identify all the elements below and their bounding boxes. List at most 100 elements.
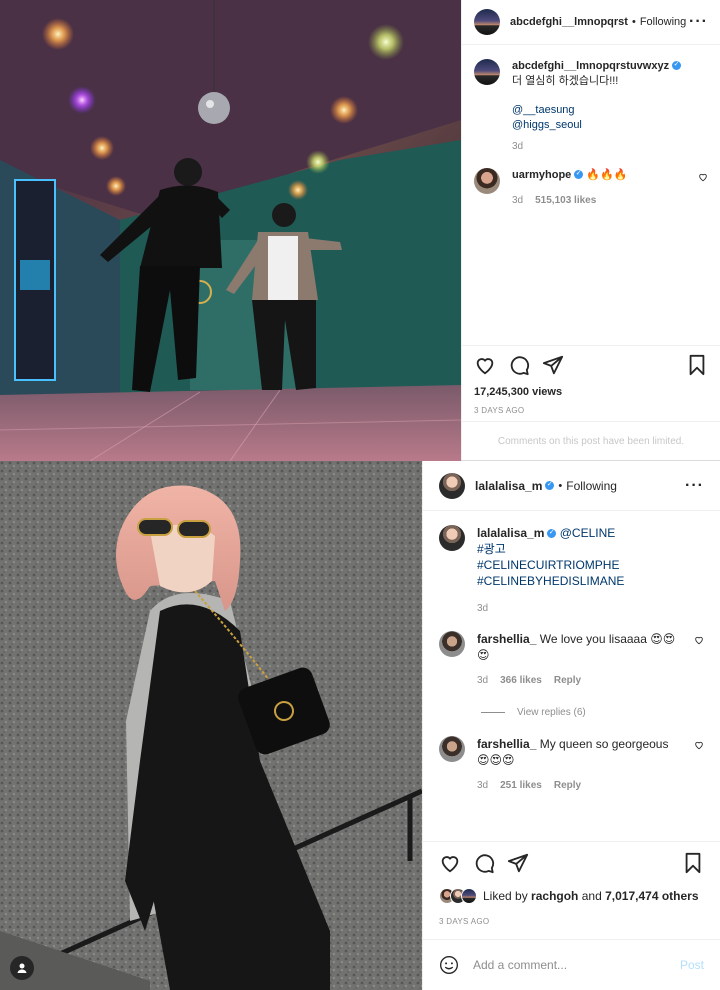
post-1-actions: [462, 345, 720, 383]
reply-button[interactable]: Reply: [554, 675, 581, 686]
post-2-actions: [423, 841, 720, 883]
more-icon[interactable]: ···: [685, 477, 704, 493]
post-2: lalalalisa_m • Following ··· lalalalisa_…: [0, 461, 720, 990]
post-button[interactable]: Post: [680, 958, 704, 972]
dot-separator: •: [558, 479, 563, 492]
comment-meta: 3d 515,103 likes: [512, 193, 688, 208]
post-1: abcdefghi__lmnopqrst • Following ··· abc…: [0, 0, 720, 461]
comment-body: 🔥🔥🔥: [586, 169, 628, 181]
smile-icon[interactable]: [439, 955, 459, 975]
person-tag-icon[interactable]: [10, 956, 34, 980]
avatar: [461, 888, 477, 904]
comment-meta: 3d 366 likes Reply: [477, 673, 684, 689]
add-comment-bar: Post: [423, 939, 720, 990]
more-icon[interactable]: ···: [689, 14, 708, 30]
avatar[interactable]: [474, 168, 500, 194]
caption-time: 3d: [512, 141, 524, 152]
following-button[interactable]: Following: [640, 16, 686, 28]
comment-icon[interactable]: [473, 852, 495, 874]
caption-username[interactable]: abcdefghi__lmnopqrstuvwxyz: [512, 60, 669, 72]
comment-likes[interactable]: 515,103 likes: [535, 195, 596, 206]
post-2-sidebar: lalalalisa_m • Following ··· lalalalisa_…: [422, 461, 720, 990]
post-1-username[interactable]: abcdefghi__lmnopqrst: [510, 16, 628, 28]
liked-by-others[interactable]: 7,017,474 others: [605, 889, 698, 903]
post-1-video[interactable]: [0, 0, 461, 461]
verified-icon: [545, 480, 555, 490]
mention-link[interactable]: @CELINE: [560, 526, 616, 540]
liked-by-prefix: Liked by: [483, 889, 528, 903]
share-icon[interactable]: [542, 354, 564, 376]
comment-username[interactable]: uarmyhope: [512, 169, 571, 181]
comments-limited-notice: Comments on this post have been limited.: [462, 421, 720, 461]
comment-likes[interactable]: 251 likes: [500, 780, 542, 791]
mention-link[interactable]: @higgs_seoul: [512, 118, 688, 133]
avatar[interactable]: [474, 9, 500, 35]
avatar[interactable]: [439, 525, 465, 551]
avatar[interactable]: [439, 472, 465, 499]
verified-icon: [672, 60, 682, 70]
avatar[interactable]: [439, 736, 465, 762]
post-2-username[interactable]: lalalalisa_m: [475, 479, 542, 493]
caption-text: lalalalisa_m @CELINE #광고 #CELINECUIRTRIO…: [477, 525, 704, 617]
post-2-photo[interactable]: [0, 461, 422, 990]
caption: abcdefghi__lmnopqrstuvwxyz 더 열심히 하겠습니다!!…: [474, 59, 708, 154]
comment: farshellia_ We love you lisaaaa 😍😍😍 3d 36…: [439, 631, 704, 689]
avatar[interactable]: [474, 59, 500, 85]
hashtag-link[interactable]: #CELINEBYHEDISLIMANE: [477, 573, 684, 589]
caption-meta: 3d: [477, 601, 684, 617]
hashtag-link[interactable]: #광고: [477, 541, 684, 557]
comment-likes[interactable]: 366 likes: [500, 675, 542, 686]
post-1-comments: abcdefghi__lmnopqrstuvwxyz 더 열심히 하겠습니다!!…: [462, 45, 720, 208]
bookmark-icon[interactable]: [682, 852, 704, 874]
dot-separator: •: [631, 16, 636, 28]
comment-text: farshellia_ My queen so georgeous 😍😍😍 3d…: [477, 736, 704, 794]
heart-icon[interactable]: [439, 852, 461, 874]
caption-meta: 3d: [512, 139, 688, 154]
comment-input[interactable]: [473, 958, 680, 972]
comment-heart-icon[interactable]: [694, 740, 704, 750]
heart-icon[interactable]: [474, 354, 496, 376]
comment-icon[interactable]: [508, 354, 530, 376]
post-time: 3 DAYS AGO: [439, 917, 490, 926]
caption-time: 3d: [477, 603, 489, 614]
comment-heart-icon[interactable]: [694, 635, 704, 645]
verified-icon: [574, 169, 584, 179]
caption-text: abcdefghi__lmnopqrstuvwxyz 더 열심히 하겠습니다!!…: [512, 59, 708, 154]
hashtag-link[interactable]: #CELINECUIRTRIOMPHE: [477, 557, 684, 573]
liker-avatars: [439, 888, 477, 904]
avatar[interactable]: [439, 631, 465, 657]
reply-button[interactable]: Reply: [554, 780, 581, 791]
mention-link[interactable]: @__taesung: [512, 103, 688, 118]
comment-time: 3d: [477, 675, 489, 686]
comment: uarmyhope 🔥🔥🔥 3d 515,103 likes: [474, 168, 708, 208]
liked-by-and: and: [581, 889, 602, 903]
comment-username[interactable]: farshellia_: [477, 632, 536, 646]
comment: farshellia_ My queen so georgeous 😍😍😍 3d…: [439, 736, 704, 794]
celine-ad-photo: [0, 461, 422, 990]
post-2-header: lalalalisa_m • Following ···: [423, 461, 720, 511]
share-icon[interactable]: [507, 852, 529, 874]
caption-body: 더 열심히 하겠습니다!!!: [512, 75, 619, 87]
dance-video-frame: [0, 0, 461, 461]
caption-username[interactable]: lalalalisa_m: [477, 526, 544, 540]
comment-time: 3d: [512, 195, 524, 206]
post-1-header: abcdefghi__lmnopqrst • Following ···: [462, 0, 720, 45]
post-2-comments: lalalalisa_m @CELINE #광고 #CELINECUIRTRIO…: [423, 511, 720, 794]
comment-text: uarmyhope 🔥🔥🔥 3d 515,103 likes: [512, 168, 708, 208]
view-count[interactable]: 17,245,300 views: [474, 386, 562, 398]
caption: lalalalisa_m @CELINE #광고 #CELINECUIRTRIO…: [439, 525, 704, 617]
post-time: 3 DAYS AGO: [474, 406, 525, 415]
comment-meta: 3d 251 likes Reply: [477, 778, 684, 794]
following-button[interactable]: Following: [566, 479, 617, 493]
comment-time: 3d: [477, 780, 489, 791]
comment-text: farshellia_ We love you lisaaaa 😍😍😍 3d 36…: [477, 631, 704, 689]
comment-username[interactable]: farshellia_: [477, 737, 536, 751]
view-replies-button[interactable]: View replies (6): [481, 707, 704, 718]
verified-icon: [547, 528, 557, 538]
post-1-sidebar: abcdefghi__lmnopqrst • Following ··· abc…: [461, 0, 720, 460]
liked-by: Liked by rachgoh and 7,017,474 others: [439, 888, 699, 904]
bookmark-icon[interactable]: [686, 354, 708, 376]
comment-heart-icon[interactable]: [698, 172, 708, 182]
liked-by-user[interactable]: rachgoh: [531, 889, 578, 903]
